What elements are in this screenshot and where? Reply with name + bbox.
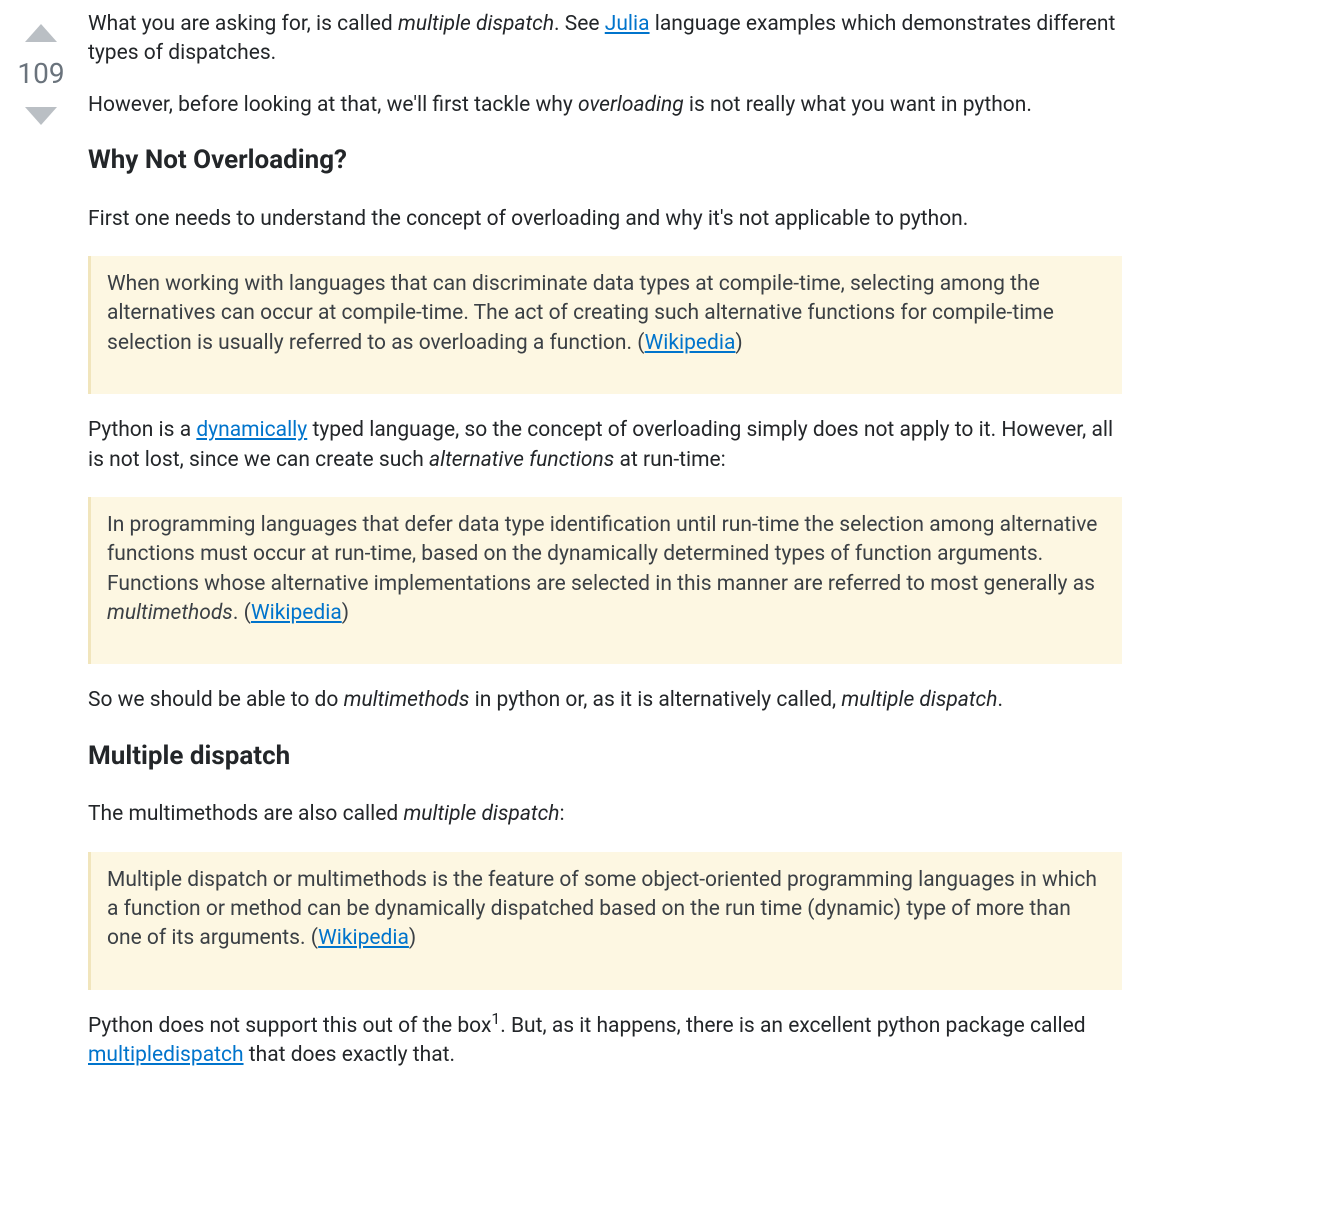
text: that does exactly that. bbox=[244, 1043, 456, 1067]
downvote-button[interactable] bbox=[19, 103, 63, 131]
section2-paragraph-1: The multimethods are also called multipl… bbox=[88, 800, 1122, 829]
multipledispatch-link[interactable]: multipledispatch bbox=[88, 1043, 244, 1067]
voting-controls: 109 bbox=[10, 10, 80, 131]
emphasis: multiple dispatch bbox=[841, 688, 997, 712]
emphasis: multimethods bbox=[107, 601, 233, 625]
intro-paragraph-1: What you are asking for, is called multi… bbox=[88, 10, 1122, 69]
text: : bbox=[559, 802, 564, 826]
quote-text: Multiple dispatch or multimethods is the… bbox=[107, 866, 1106, 954]
text: ) bbox=[735, 331, 742, 355]
footnote-ref: 1 bbox=[491, 1009, 500, 1028]
section1-paragraph-2: Python is a dynamically typed language, … bbox=[88, 416, 1122, 475]
text: However, before looking at that, we'll f… bbox=[88, 93, 578, 117]
text: . See bbox=[554, 12, 605, 36]
text: in python or, as it is alternatively cal… bbox=[469, 688, 841, 712]
emphasis: multimethods bbox=[344, 688, 470, 712]
heading-multiple-dispatch: Multiple dispatch bbox=[88, 738, 1122, 774]
text: . But, as it happens, there is an excell… bbox=[500, 1014, 1085, 1038]
wikipedia-link[interactable]: Wikipedia bbox=[251, 601, 342, 625]
text: What you are asking for, is called bbox=[88, 12, 398, 36]
text: The multimethods are also called bbox=[88, 802, 403, 826]
text: is not really what you want in python. bbox=[684, 93, 1032, 117]
dynamically-link[interactable]: dynamically bbox=[196, 418, 307, 442]
answer-body: What you are asking for, is called multi… bbox=[80, 10, 1312, 1093]
emphasis: overloading bbox=[578, 93, 684, 117]
section2-paragraph-2: Python does not support this out of the … bbox=[88, 1012, 1122, 1071]
text: ) bbox=[409, 926, 416, 950]
wikipedia-link[interactable]: Wikipedia bbox=[318, 926, 409, 950]
text: So we should be able to do bbox=[88, 688, 344, 712]
quote-overloading: When working with languages that can dis… bbox=[88, 256, 1122, 394]
answer-post: 109 What you are asking for, is called m… bbox=[10, 10, 1312, 1093]
vote-count: 109 bbox=[17, 46, 64, 103]
text: . bbox=[997, 688, 1003, 712]
text: When working with languages that can dis… bbox=[107, 272, 1054, 355]
section1-paragraph-1: First one needs to understand the concep… bbox=[88, 205, 1122, 234]
text: at run-time: bbox=[614, 448, 725, 472]
text: Python does not support this out of the … bbox=[88, 1014, 491, 1038]
text: In programming languages that defer data… bbox=[107, 513, 1097, 596]
quote-multiple-dispatch: Multiple dispatch or multimethods is the… bbox=[88, 852, 1122, 990]
intro-paragraph-2: However, before looking at that, we'll f… bbox=[88, 91, 1122, 120]
heading-why-not-overloading: Why Not Overloading? bbox=[88, 142, 1122, 178]
quote-text: In programming languages that defer data… bbox=[107, 511, 1106, 629]
julia-link[interactable]: Julia bbox=[605, 12, 650, 36]
emphasis: alternative functions bbox=[429, 448, 614, 472]
section1-paragraph-3: So we should be able to do multimethods … bbox=[88, 686, 1122, 715]
text: Python is a bbox=[88, 418, 196, 442]
wikipedia-link[interactable]: Wikipedia bbox=[645, 331, 736, 355]
emphasis: multiple dispatch bbox=[403, 802, 559, 826]
quote-multimethods: In programming languages that defer data… bbox=[88, 497, 1122, 665]
quote-text: When working with languages that can dis… bbox=[107, 270, 1106, 358]
text: . ( bbox=[233, 601, 251, 625]
upvote-button[interactable] bbox=[19, 18, 63, 46]
emphasis: multiple dispatch bbox=[398, 12, 554, 36]
text: Multiple dispatch or multimethods is the… bbox=[107, 868, 1097, 951]
text: ) bbox=[342, 601, 349, 625]
